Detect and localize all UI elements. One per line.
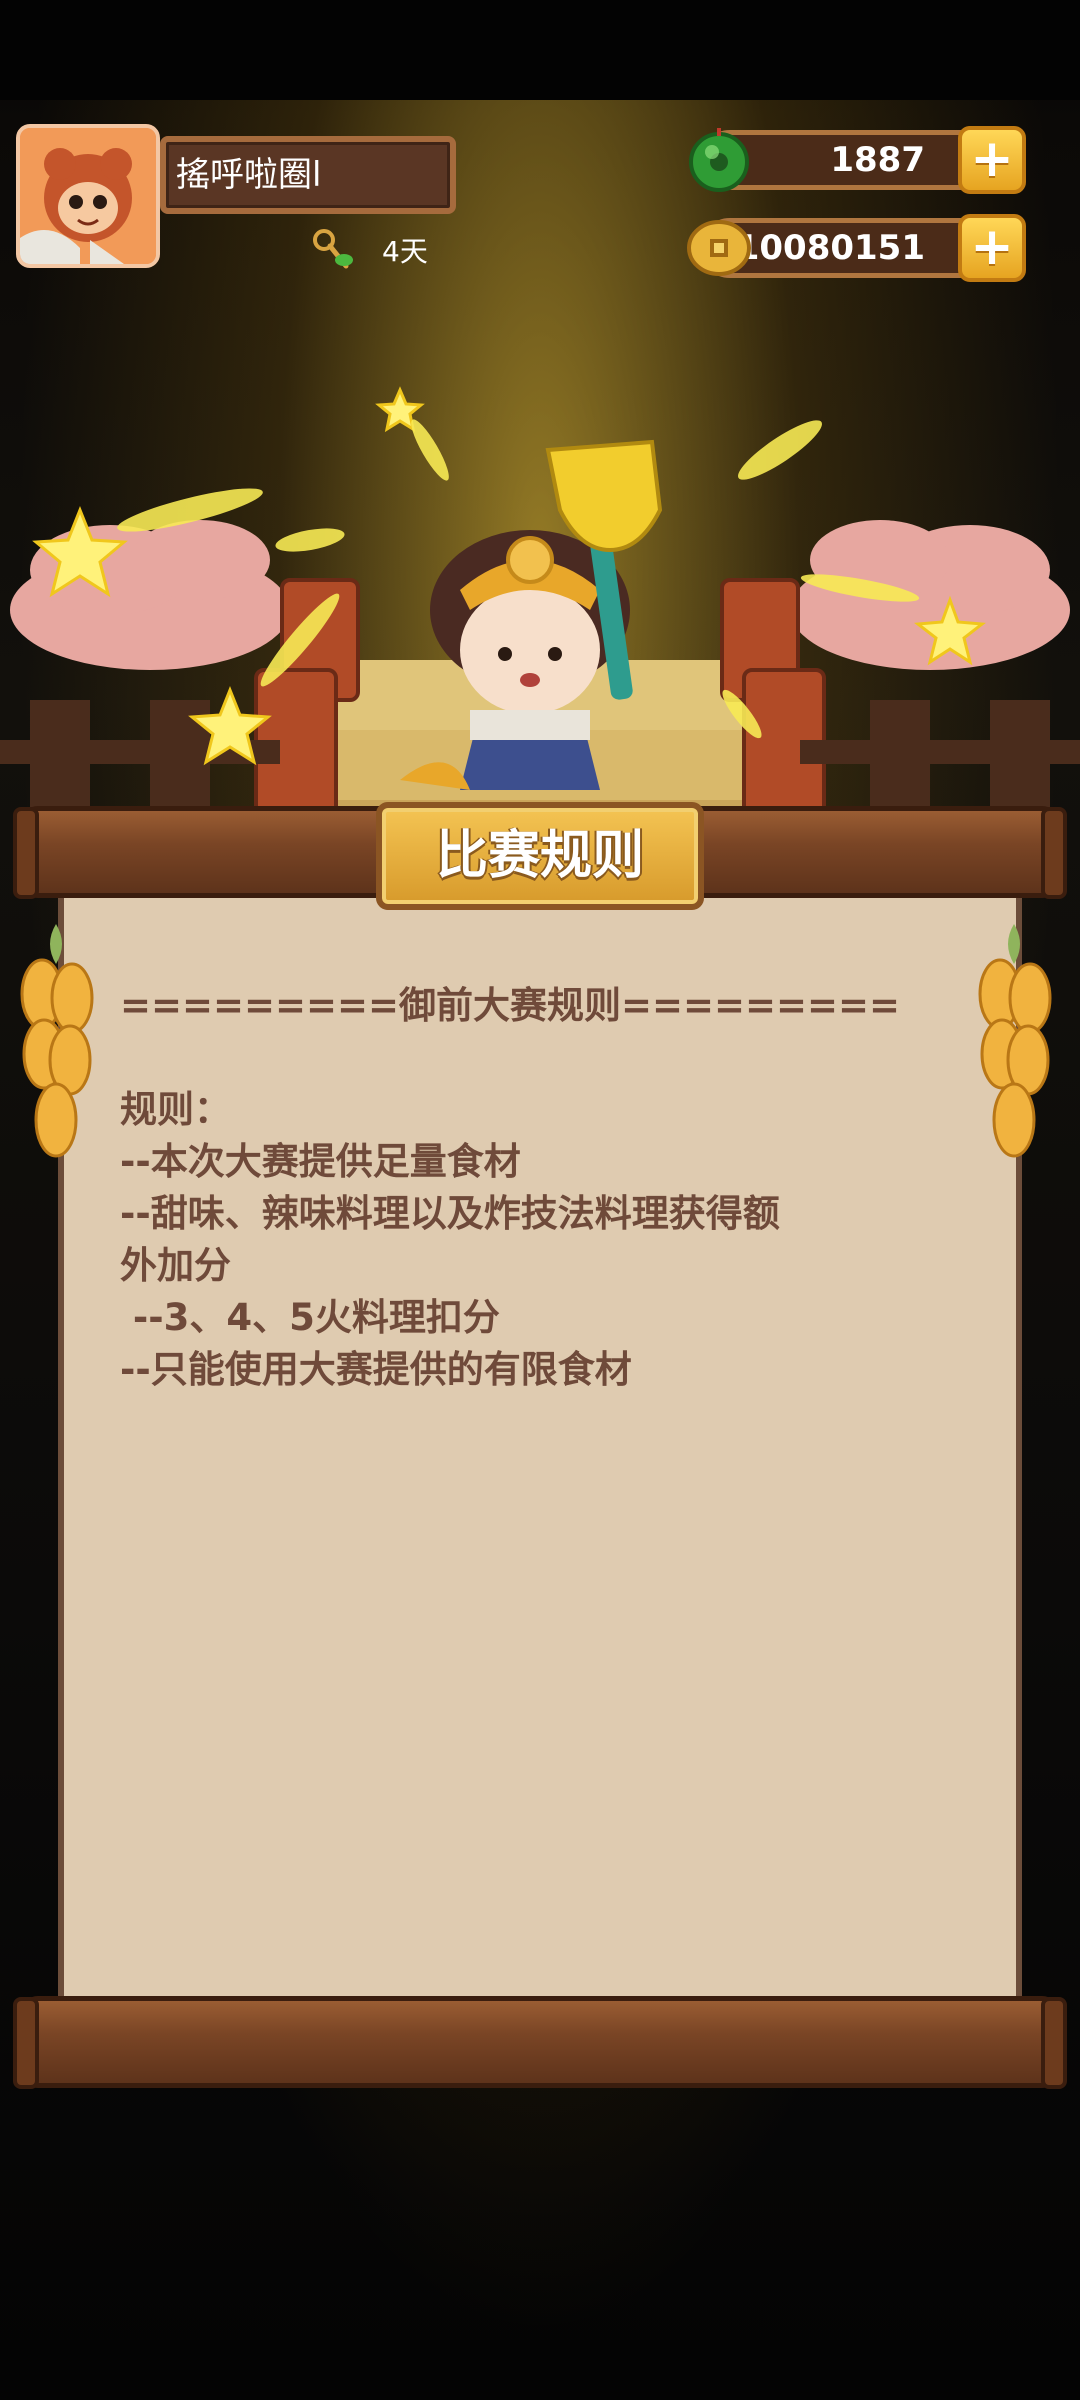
rules-line [120,1032,960,1084]
rules-line: 外加分 [120,1244,231,1287]
player-name: 搖呼啦圈l [176,155,322,195]
palace-scene-illustration [0,386,1080,820]
rules-line: --本次大赛提供足量食材 [120,1140,521,1183]
add-coins-button[interactable]: + [958,214,1026,282]
corn-decoration-icon [978,924,1052,1158]
rules-line: =========御前大赛规则========= [120,984,901,1027]
game-screen: 搖呼啦圈l 4天 1887 + 10080151 + 比赛规则 ========… [0,0,1080,2400]
rules-title-banner: 比赛规则 [376,802,704,910]
coin-amount: 10080151 [735,228,925,268]
rules-title: 比赛规则 [435,826,644,886]
coin-icon [687,220,751,276]
corn-decoration-icon [20,924,94,1158]
jade-amount: 1887 [830,140,925,180]
key-leaf-icon [313,229,353,269]
jade-icon [689,128,749,192]
player-name-plate[interactable]: 搖呼啦圈l [160,136,456,214]
add-jade-button[interactable]: + [958,126,1026,194]
rules-line: 规则： [120,1088,231,1131]
status-bar [0,0,1080,100]
days-remaining: 4天 [382,235,428,268]
plus-icon: + [970,129,1014,189]
player-avatar[interactable] [16,124,160,268]
rules-line: --3、4、5火料理扣分 [120,1296,500,1339]
plus-icon: + [970,217,1014,277]
rules-line: --只能使用大赛提供的有限食材 [120,1348,632,1391]
rules-text: =========御前大赛规则========= 规则： --本次大赛提供足量食… [120,980,960,1396]
scroll-bottom-rod [13,1996,1067,2089]
avatar-character-icon [20,128,156,264]
rules-line: --甜味、辣味料理以及炸技法料理获得额 [120,1192,780,1235]
